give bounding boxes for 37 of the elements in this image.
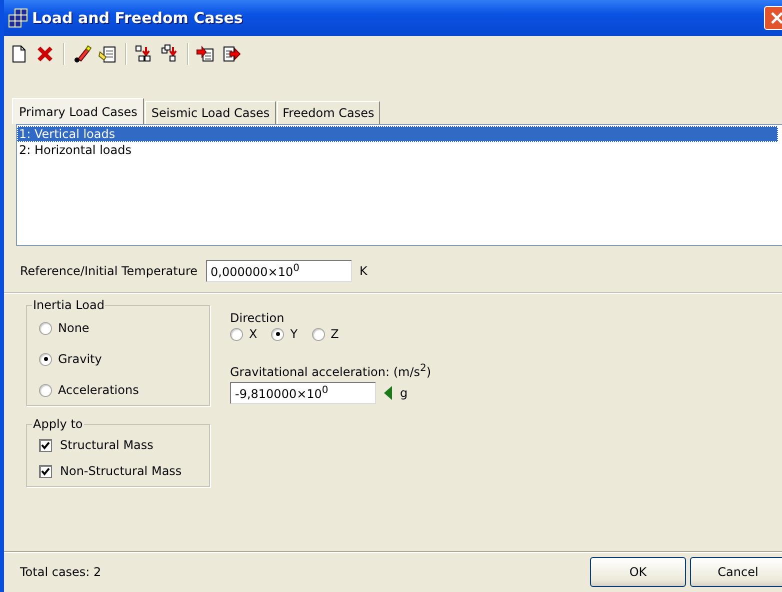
input-field[interactable]: 0,000000×10$^{0}$ [206,260,352,282]
status-text: Total cases: 2 [20,565,102,579]
list-item[interactable]: 2: Horizontal loads [17,142,778,158]
close-icon [770,11,782,25]
radio-label: X [249,327,258,341]
field-label: Gravitational acceleration: (m/s$^{2}$) [230,363,432,379]
checkbox[interactable] [39,464,52,478]
radio-button[interactable] [271,328,284,340]
radio-label: Y [290,327,298,341]
radio-button[interactable] [39,322,52,334]
tab[interactable]: Freedom Cases [276,101,380,124]
radio-label: Accelerations [58,383,139,397]
tab[interactable]: Primary Load Cases [12,98,144,124]
group-title: Inertia Load [32,298,106,312]
radio-button[interactable] [230,328,243,340]
input-field[interactable]: -9,810000×10$^{0}$ [230,382,376,404]
radio-label: Z [330,327,339,341]
window-title: Load and Freedom Cases [32,9,243,27]
radio-button[interactable] [39,352,52,366]
list-item[interactable]: 1: Vertical loads [17,126,778,142]
group-title: Apply to [32,417,84,431]
unit-label: g [400,386,408,400]
unit-label: K [360,264,368,278]
radio-label: None [58,321,90,335]
checkbox[interactable] [39,438,52,452]
grid-icon [8,8,28,28]
triangle-icon[interactable] [384,386,392,400]
field-label: Reference/Initial Temperature [20,264,198,278]
checkbox-label: Structural Mass [60,438,154,452]
direction-label: Direction [230,311,286,325]
checkbox-label: Non-Structural Mass [60,464,182,478]
dialog-button[interactable]: Cancel [690,557,782,587]
dialog-button[interactable]: OK [590,557,686,587]
radio-button[interactable] [312,328,325,340]
tab[interactable]: Seismic Load Cases [145,101,276,124]
radio-label: Gravity [58,352,102,366]
radio-button[interactable] [39,384,52,396]
